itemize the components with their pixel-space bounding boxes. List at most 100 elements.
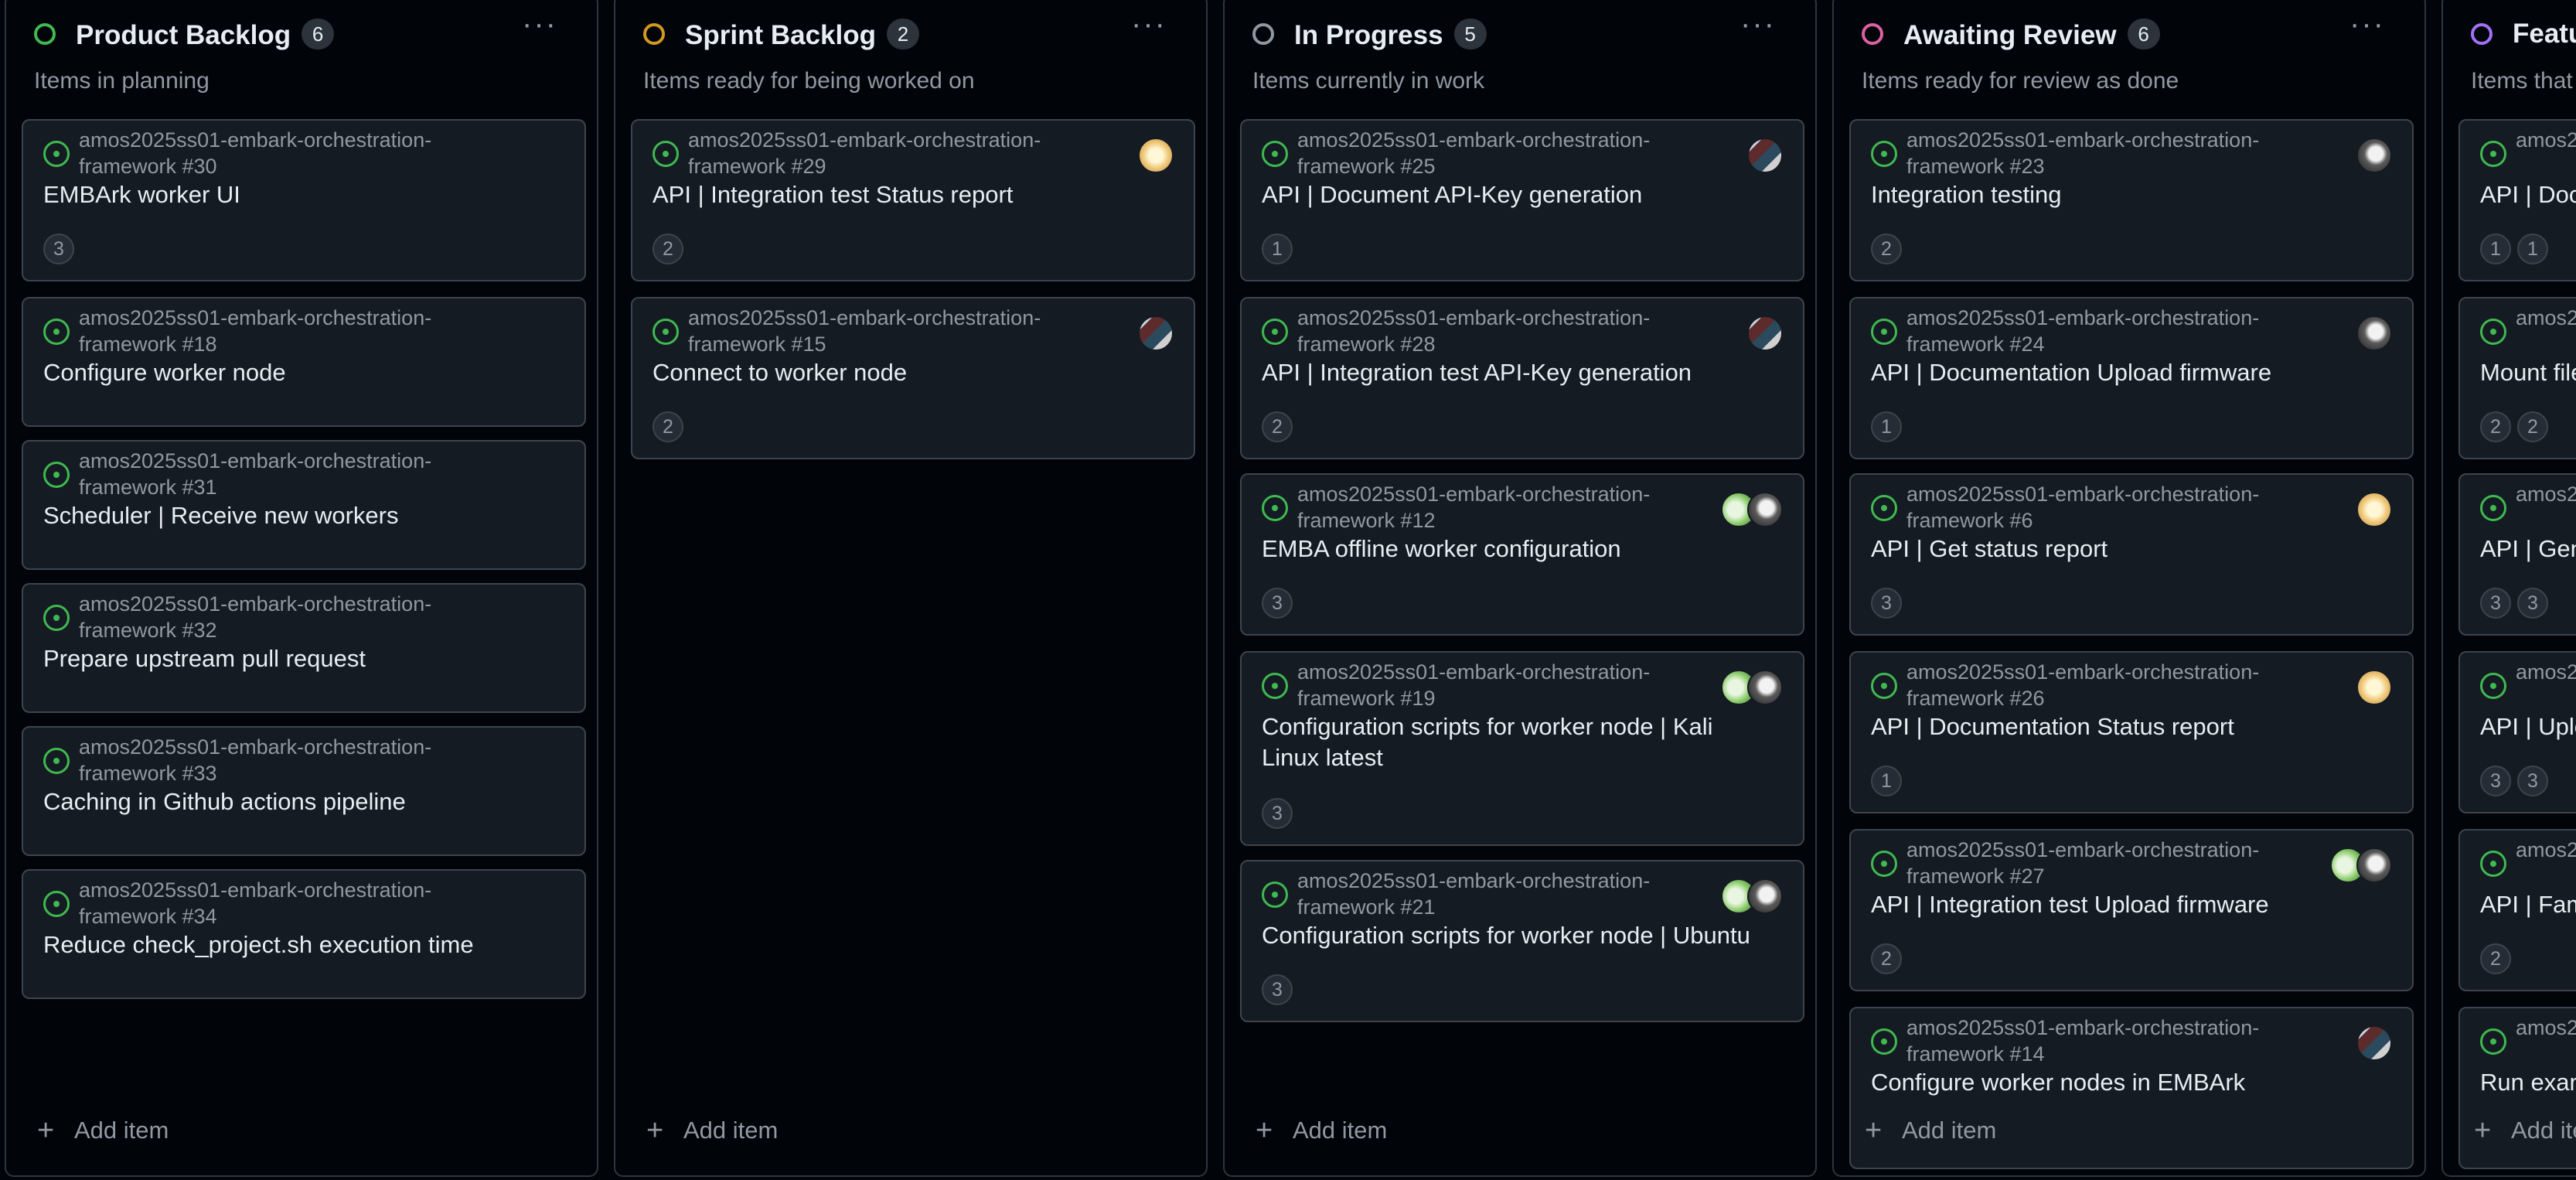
issue-repo-reference[interactable]: amos2025ss01-embark-orchestration-framew… bbox=[1906, 127, 2339, 179]
issue-repo-reference[interactable]: amos20 framew bbox=[2516, 659, 2576, 685]
issue-card[interactable]: amos2025ss01-embark-orchestration-framew… bbox=[1240, 651, 1804, 846]
issue-title[interactable]: Configure worker node bbox=[43, 357, 554, 388]
issue-title[interactable]: API | Gen bbox=[2480, 534, 2576, 564]
issue-card[interactable]: amos2025ss01-embark-orchestration-framew… bbox=[22, 726, 586, 856]
issue-title[interactable]: Configure worker nodes in EMBArk bbox=[1871, 1067, 2381, 1098]
assignee-avatars[interactable] bbox=[2356, 492, 2392, 527]
assignee-avatars[interactable] bbox=[1721, 670, 1783, 705]
issue-title[interactable]: API | Doc bbox=[2480, 179, 2576, 210]
issue-repo-reference[interactable]: amos2025ss01-embark-orchestration-framew… bbox=[79, 448, 512, 500]
issue-title[interactable]: API | Integration test API-Key generatio… bbox=[1262, 357, 1772, 388]
issue-repo-reference[interactable]: amos2025ss01-embark-orchestration-framew… bbox=[1906, 1015, 2339, 1067]
issue-repo-reference[interactable]: amos2025ss01-embark-orchestration-framew… bbox=[79, 591, 512, 643]
issue-card[interactable]: amos2025ss01-embark-orchestration-framew… bbox=[631, 119, 1195, 281]
assignee-avatars[interactable] bbox=[2330, 847, 2392, 883]
assignee-avatars[interactable] bbox=[1138, 315, 1174, 351]
issue-card[interactable]: amos2025ss01-embark-orchestration-framew… bbox=[1849, 473, 2414, 636]
assignee-avatar[interactable] bbox=[2356, 1025, 2392, 1061]
column-menu-button[interactable]: ··· bbox=[2344, 9, 2390, 43]
issue-repo-reference[interactable]: amos2025ss01-embark-orchestration-framew… bbox=[1297, 868, 1730, 920]
issue-title[interactable]: Configuration scripts for worker node | … bbox=[1262, 711, 1772, 773]
issue-card[interactable]: amos20 framew API | Doc 11 bbox=[2458, 119, 2576, 281]
issue-repo-reference[interactable]: amos2025ss01-embark-orchestration-framew… bbox=[79, 127, 512, 179]
issue-repo-reference[interactable]: amos2025ss01-embark-orchestration-framew… bbox=[1906, 837, 2339, 889]
issue-repo-reference[interactable]: amos20 orchest bbox=[2516, 837, 2576, 863]
add-item-button[interactable]: + Add item bbox=[37, 1115, 169, 1146]
assignee-avatars[interactable] bbox=[2356, 1025, 2392, 1061]
issue-title[interactable]: Prepare upstream pull request bbox=[43, 643, 554, 674]
assignee-avatar[interactable] bbox=[2356, 138, 2392, 173]
assignee-avatar[interactable] bbox=[1747, 315, 1783, 351]
assignee-avatar[interactable] bbox=[1138, 138, 1174, 173]
assignee-avatars[interactable] bbox=[2356, 670, 2392, 705]
issue-repo-reference[interactable]: amos2025ss01-embark-orchestration-framew… bbox=[1906, 305, 2339, 357]
issue-title[interactable]: API | Documentation Upload firmware bbox=[1871, 357, 2381, 388]
issue-card[interactable]: amos2025ss01-embark-orchestration-framew… bbox=[1240, 473, 1804, 636]
issue-card[interactable]: amos2025ss01-embark-orchestration-framew… bbox=[22, 583, 586, 713]
issue-title[interactable]: Configuration scripts for worker node | … bbox=[1262, 920, 1772, 951]
add-item-button[interactable]: + Add item bbox=[1256, 1115, 1387, 1146]
issue-title[interactable]: API | Fam bbox=[2480, 889, 2576, 920]
issue-title[interactable]: Run exam bbox=[2480, 1067, 2576, 1098]
assignee-avatars[interactable] bbox=[1721, 492, 1783, 527]
assignee-avatar[interactable] bbox=[1747, 878, 1783, 914]
assignee-avatar[interactable] bbox=[1747, 138, 1783, 173]
issue-repo-reference[interactable]: amos2025ss01-embark-orchestration-framew… bbox=[1297, 305, 1730, 357]
assignee-avatars[interactable] bbox=[1747, 315, 1783, 351]
issue-repo-reference[interactable]: amos2025ss01-embark-orchestration-framew… bbox=[1297, 127, 1730, 179]
assignee-avatar[interactable] bbox=[2356, 315, 2392, 351]
issue-title[interactable]: API | Integration test Upload firmware bbox=[1871, 889, 2381, 920]
issue-repo-reference[interactable]: amos2025ss01-embark-orchestration-framew… bbox=[79, 305, 512, 357]
issue-title[interactable]: API | Document API-Key generation bbox=[1262, 179, 1772, 210]
column-menu-button[interactable]: ··· bbox=[1735, 9, 1781, 43]
issue-card[interactable]: amos2025ss01-embark-orchestration-framew… bbox=[22, 119, 586, 281]
issue-card[interactable]: amos20 orchest API | Fam 2 bbox=[2458, 829, 2576, 991]
issue-title[interactable]: Connect to worker node bbox=[653, 357, 1163, 388]
issue-title[interactable]: EMBArk worker UI bbox=[43, 179, 554, 210]
issue-repo-reference[interactable]: amos20 framew bbox=[2516, 305, 2576, 331]
issue-card[interactable]: amos2025ss01-embark-orchestration-framew… bbox=[1849, 829, 2414, 991]
issue-title[interactable]: Scheduler | Receive new workers bbox=[43, 500, 554, 531]
column-menu-button[interactable]: ··· bbox=[516, 9, 563, 43]
assignee-avatar[interactable] bbox=[2356, 670, 2392, 705]
issue-repo-reference[interactable]: amos2025ss01-embark-orchestration-framew… bbox=[1906, 481, 2339, 534]
issue-repo-reference[interactable]: amos20 orchest bbox=[2516, 1015, 2576, 1041]
issue-title[interactable]: EMBA offline worker configuration bbox=[1262, 534, 1772, 564]
issue-card[interactable]: amos2025ss01-embark-orchestration-framew… bbox=[1849, 297, 2414, 459]
issue-title[interactable]: Reduce check_project.sh execution time bbox=[43, 929, 554, 960]
issue-title[interactable]: Integration testing bbox=[1871, 179, 2381, 210]
issue-card[interactable]: amos2025ss01-embark-orchestration-framew… bbox=[22, 440, 586, 570]
issue-repo-reference[interactable]: amos2025ss01-embark-orchestration-framew… bbox=[688, 305, 1121, 357]
assignee-avatar[interactable] bbox=[2356, 847, 2392, 883]
issue-card[interactable]: amos20 framew API | Uplo 33 bbox=[2458, 651, 2576, 813]
issue-card[interactable]: amos2025ss01-embark-orchestration-framew… bbox=[1849, 651, 2414, 813]
add-item-button[interactable]: + Add item bbox=[646, 1115, 778, 1146]
issue-card[interactable]: amos2025ss01-embark-orchestration-framew… bbox=[631, 297, 1195, 459]
assignee-avatars[interactable] bbox=[2356, 315, 2392, 351]
issue-card[interactable]: amos2025ss01-embark-orchestration-framew… bbox=[1240, 860, 1804, 1022]
assignee-avatars[interactable] bbox=[1138, 138, 1174, 173]
issue-repo-reference[interactable]: amos20 framew bbox=[2516, 481, 2576, 507]
assignee-avatar[interactable] bbox=[1138, 315, 1174, 351]
issue-card[interactable]: amos2025ss01-embark-orchestration-framew… bbox=[1849, 119, 2414, 281]
issue-card[interactable]: amos2025ss01-embark-orchestration-framew… bbox=[22, 869, 586, 999]
add-item-button[interactable]: + Add item bbox=[2474, 1115, 2576, 1146]
issue-title[interactable]: Mount file bbox=[2480, 357, 2576, 388]
issue-title[interactable]: API | Get status report bbox=[1871, 534, 2381, 564]
assignee-avatars[interactable] bbox=[2356, 138, 2392, 173]
assignee-avatar[interactable] bbox=[1747, 492, 1783, 527]
issue-card[interactable]: amos2025ss01-embark-orchestration-framew… bbox=[1240, 119, 1804, 281]
issue-repo-reference[interactable]: amos2025ss01-embark-orchestration-framew… bbox=[688, 127, 1121, 179]
issue-repo-reference[interactable]: amos2025ss01-embark-orchestration-framew… bbox=[79, 734, 512, 786]
assignee-avatars[interactable] bbox=[1721, 878, 1783, 914]
issue-card[interactable]: amos20 framew Mount file 22 bbox=[2458, 297, 2576, 459]
issue-title[interactable]: API | Documentation Status report bbox=[1871, 711, 2381, 742]
issue-card[interactable]: amos20 framew API | Gen 33 bbox=[2458, 473, 2576, 636]
issue-title[interactable]: API | Integration test Status report bbox=[653, 179, 1163, 210]
assignee-avatar[interactable] bbox=[1747, 670, 1783, 705]
issue-repo-reference[interactable]: amos2025ss01-embark-orchestration-framew… bbox=[1906, 659, 2339, 711]
issue-repo-reference[interactable]: amos2025ss01-embark-orchestration-framew… bbox=[1297, 481, 1730, 534]
issue-repo-reference[interactable]: amos2025ss01-embark-orchestration-framew… bbox=[1297, 659, 1730, 711]
issue-card[interactable]: amos2025ss01-embark-orchestration-framew… bbox=[1240, 297, 1804, 459]
issue-repo-reference[interactable]: amos20 framew bbox=[2516, 127, 2576, 153]
